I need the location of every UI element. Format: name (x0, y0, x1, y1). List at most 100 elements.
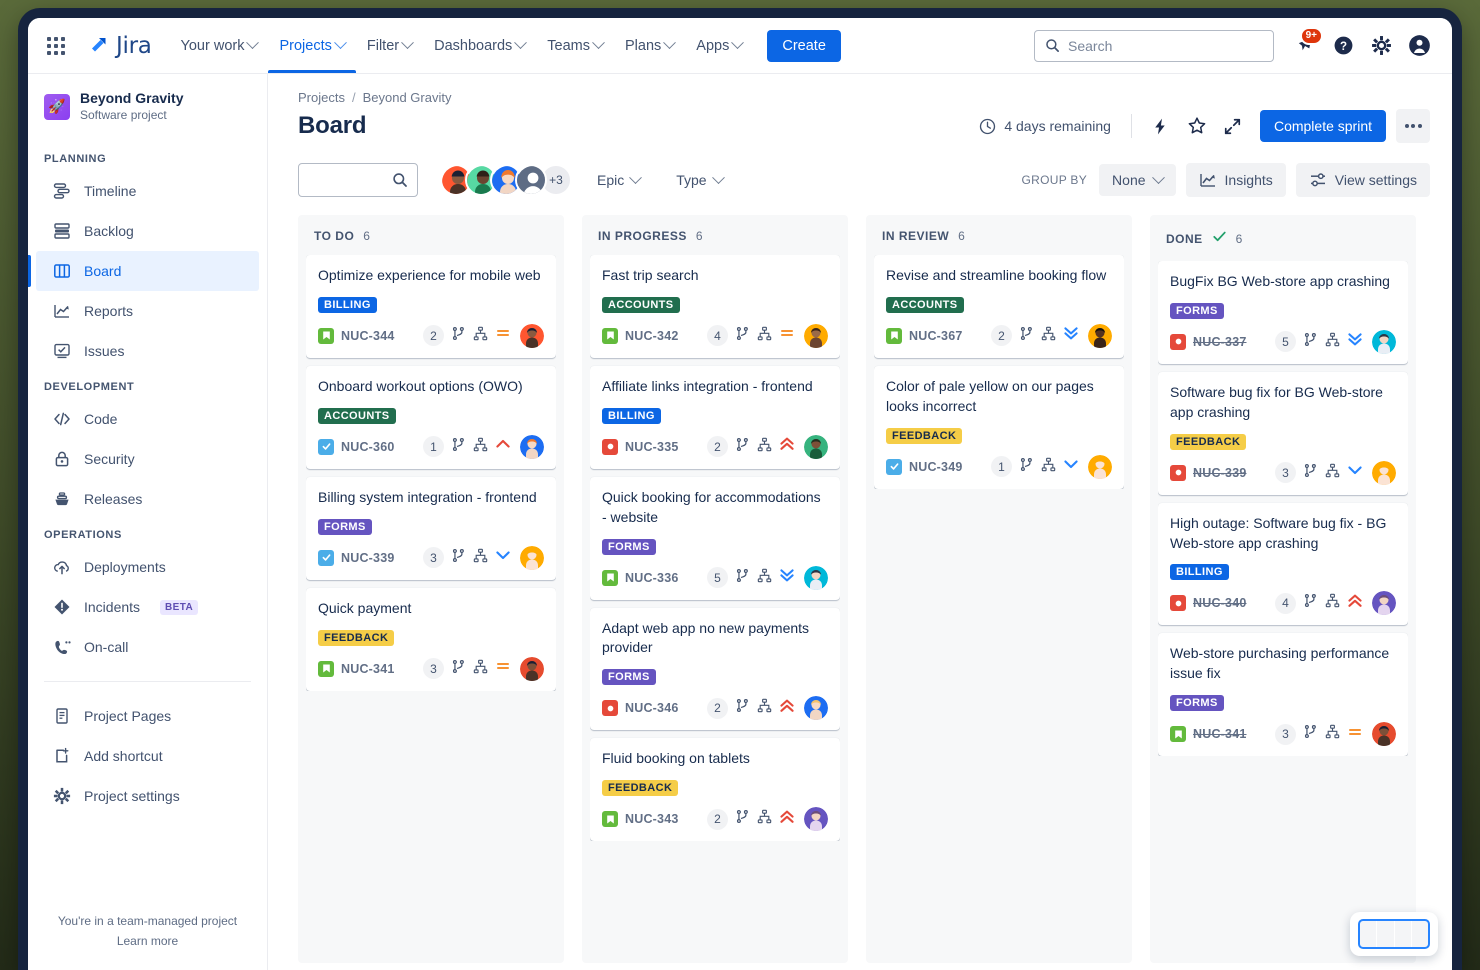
issue-key[interactable]: NUC-337 (1193, 335, 1247, 349)
assignee-avatar[interactable] (1372, 330, 1396, 354)
issue-key[interactable]: NUC-343 (625, 812, 679, 826)
assignee-avatar[interactable] (804, 807, 828, 831)
board-card[interactable]: Software bug fix for BG Web-store app cr… (1158, 372, 1408, 495)
epic-tag[interactable]: ACCOUNTS (318, 408, 396, 424)
issue-key[interactable]: NUC-339 (341, 551, 395, 565)
sidebar-item-code[interactable]: Code (36, 399, 259, 439)
create-button[interactable]: Create (767, 30, 841, 62)
sidebar-item-reports[interactable]: Reports (36, 291, 259, 331)
epic-tag[interactable]: FEEDBACK (886, 428, 962, 444)
learn-more-link[interactable]: Learn more (44, 934, 251, 948)
avatar[interactable] (515, 164, 547, 196)
global-search-input[interactable]: Search (1034, 30, 1274, 62)
insights-button[interactable]: Insights (1186, 163, 1286, 197)
board-card[interactable]: Adapt web app no new payments providerFO… (590, 608, 840, 731)
sidebar-item-timeline[interactable]: Timeline (36, 171, 259, 211)
sidebar-item-project-settings[interactable]: Project settings (36, 776, 259, 816)
sidebar-item-releases[interactable]: Releases (36, 479, 259, 519)
sidebar-item-incidents[interactable]: Incidents BETA (36, 587, 259, 627)
nav-teams[interactable]: Teams (536, 18, 614, 73)
issue-key[interactable]: NUC-341 (1193, 727, 1247, 741)
board-card[interactable]: Color of pale yellow on our pages looks … (874, 366, 1124, 489)
type-filter-dropdown[interactable]: Type (665, 165, 733, 195)
issue-key[interactable]: NUC-342 (625, 329, 679, 343)
issue-key[interactable]: NUC-341 (341, 662, 395, 676)
board-card[interactable]: Quick booking for accommodations - websi… (590, 477, 840, 600)
assignee-avatar[interactable] (1372, 591, 1396, 615)
nav-filter[interactable]: Filter (356, 18, 423, 73)
nav-your-work[interactable]: Your work (170, 18, 269, 73)
sidebar-item-issues[interactable]: Issues (36, 331, 259, 371)
board-card[interactable]: BugFix BG Web-store app crashingFORMSNUC… (1158, 261, 1408, 364)
assignee-avatar[interactable] (804, 696, 828, 720)
epic-tag[interactable]: FORMS (318, 519, 372, 535)
view-settings-button[interactable]: View settings (1296, 163, 1430, 197)
sidebar-item-on-call[interactable]: On-call (36, 627, 259, 667)
nav-plans[interactable]: Plans (614, 18, 685, 73)
epic-tag[interactable]: FORMS (1170, 303, 1224, 319)
sidebar-item-security[interactable]: Security (36, 439, 259, 479)
project-header[interactable]: 🚀 Beyond Gravity Software project (28, 90, 267, 123)
epic-tag[interactable]: FEEDBACK (602, 780, 678, 796)
epic-tag[interactable]: FEEDBACK (1170, 434, 1246, 450)
epic-tag[interactable]: ACCOUNTS (886, 297, 964, 313)
sidebar-item-board[interactable]: Board (36, 251, 259, 291)
assignee-avatar[interactable] (520, 435, 544, 459)
assignee-avatar[interactable] (1088, 324, 1112, 348)
assignee-avatar[interactable] (520, 546, 544, 570)
assignee-avatar[interactable] (1372, 722, 1396, 746)
nav-dashboards[interactable]: Dashboards (423, 18, 536, 73)
board-card[interactable]: Web-store purchasing performance issue f… (1158, 633, 1408, 756)
issue-key[interactable]: NUC-367 (909, 329, 963, 343)
board-card[interactable]: Billing system integration - frontendFOR… (306, 477, 556, 580)
epic-tag[interactable]: BILLING (1170, 564, 1229, 580)
sidebar-item-deployments[interactable]: Deployments (36, 547, 259, 587)
board-card[interactable]: Fluid booking on tabletsFEEDBACKNUC-3432 (590, 738, 840, 841)
epic-filter-dropdown[interactable]: Epic (586, 165, 651, 195)
board-card[interactable]: Fast trip searchACCOUNTSNUC-3424 (590, 255, 840, 358)
board-search-input[interactable] (298, 163, 418, 197)
assignee-avatar[interactable] (804, 324, 828, 348)
assignee-avatar[interactable] (804, 566, 828, 590)
issue-key[interactable]: NUC-344 (341, 329, 395, 343)
group-by-dropdown[interactable]: None (1099, 164, 1175, 196)
automation-button[interactable] (1144, 110, 1178, 142)
issue-key[interactable]: NUC-346 (625, 701, 679, 715)
issue-key[interactable]: NUC-339 (1193, 466, 1247, 480)
app-switcher-icon[interactable] (40, 30, 72, 62)
issue-key[interactable]: NUC-335 (625, 440, 679, 454)
issue-key[interactable]: NUC-360 (341, 440, 395, 454)
assignee-avatar[interactable] (520, 657, 544, 681)
board-card[interactable]: High outage: Software bug fix - BG Web-s… (1158, 503, 1408, 626)
nav-projects[interactable]: Projects (268, 18, 355, 73)
issue-key[interactable]: NUC-336 (625, 571, 679, 585)
complete-sprint-button[interactable]: Complete sprint (1260, 110, 1386, 142)
epic-tag[interactable]: FORMS (602, 669, 656, 685)
epic-tag[interactable]: FORMS (602, 539, 656, 555)
help-button[interactable]: ? (1326, 29, 1360, 63)
nav-apps[interactable]: Apps (685, 18, 753, 73)
epic-tag[interactable]: BILLING (602, 408, 661, 424)
epic-tag[interactable]: BILLING (318, 297, 377, 313)
assignee-avatar[interactable] (520, 324, 544, 348)
profile-avatar[interactable] (1402, 29, 1436, 63)
epic-tag[interactable]: FORMS (1170, 695, 1224, 711)
more-actions-button[interactable] (1396, 109, 1430, 143)
board-card[interactable]: Affiliate links integration - frontendBI… (590, 366, 840, 469)
breadcrumb-projects[interactable]: Projects (298, 90, 345, 105)
sidebar-item-add-shortcut[interactable]: Add shortcut (36, 736, 259, 776)
issue-key[interactable]: NUC-349 (909, 460, 963, 474)
star-button[interactable] (1180, 110, 1214, 142)
fullscreen-button[interactable] (1216, 110, 1250, 142)
assignee-avatar[interactable] (1372, 461, 1396, 485)
board-card[interactable]: Quick paymentFEEDBACKNUC-3413 (306, 588, 556, 691)
epic-tag[interactable]: FEEDBACK (318, 630, 394, 646)
breadcrumb-project[interactable]: Beyond Gravity (363, 90, 452, 105)
assignee-avatar[interactable] (1088, 455, 1112, 479)
jira-logo[interactable]: Jira (86, 33, 152, 59)
issue-key[interactable]: NUC-340 (1193, 596, 1247, 610)
board-card[interactable]: Revise and streamline booking flowACCOUN… (874, 255, 1124, 358)
assignee-avatar[interactable] (804, 435, 828, 459)
board-card[interactable]: Onboard workout options (OWO)ACCOUNTSNUC… (306, 366, 556, 469)
sidebar-item-project-pages[interactable]: Project Pages (36, 696, 259, 736)
